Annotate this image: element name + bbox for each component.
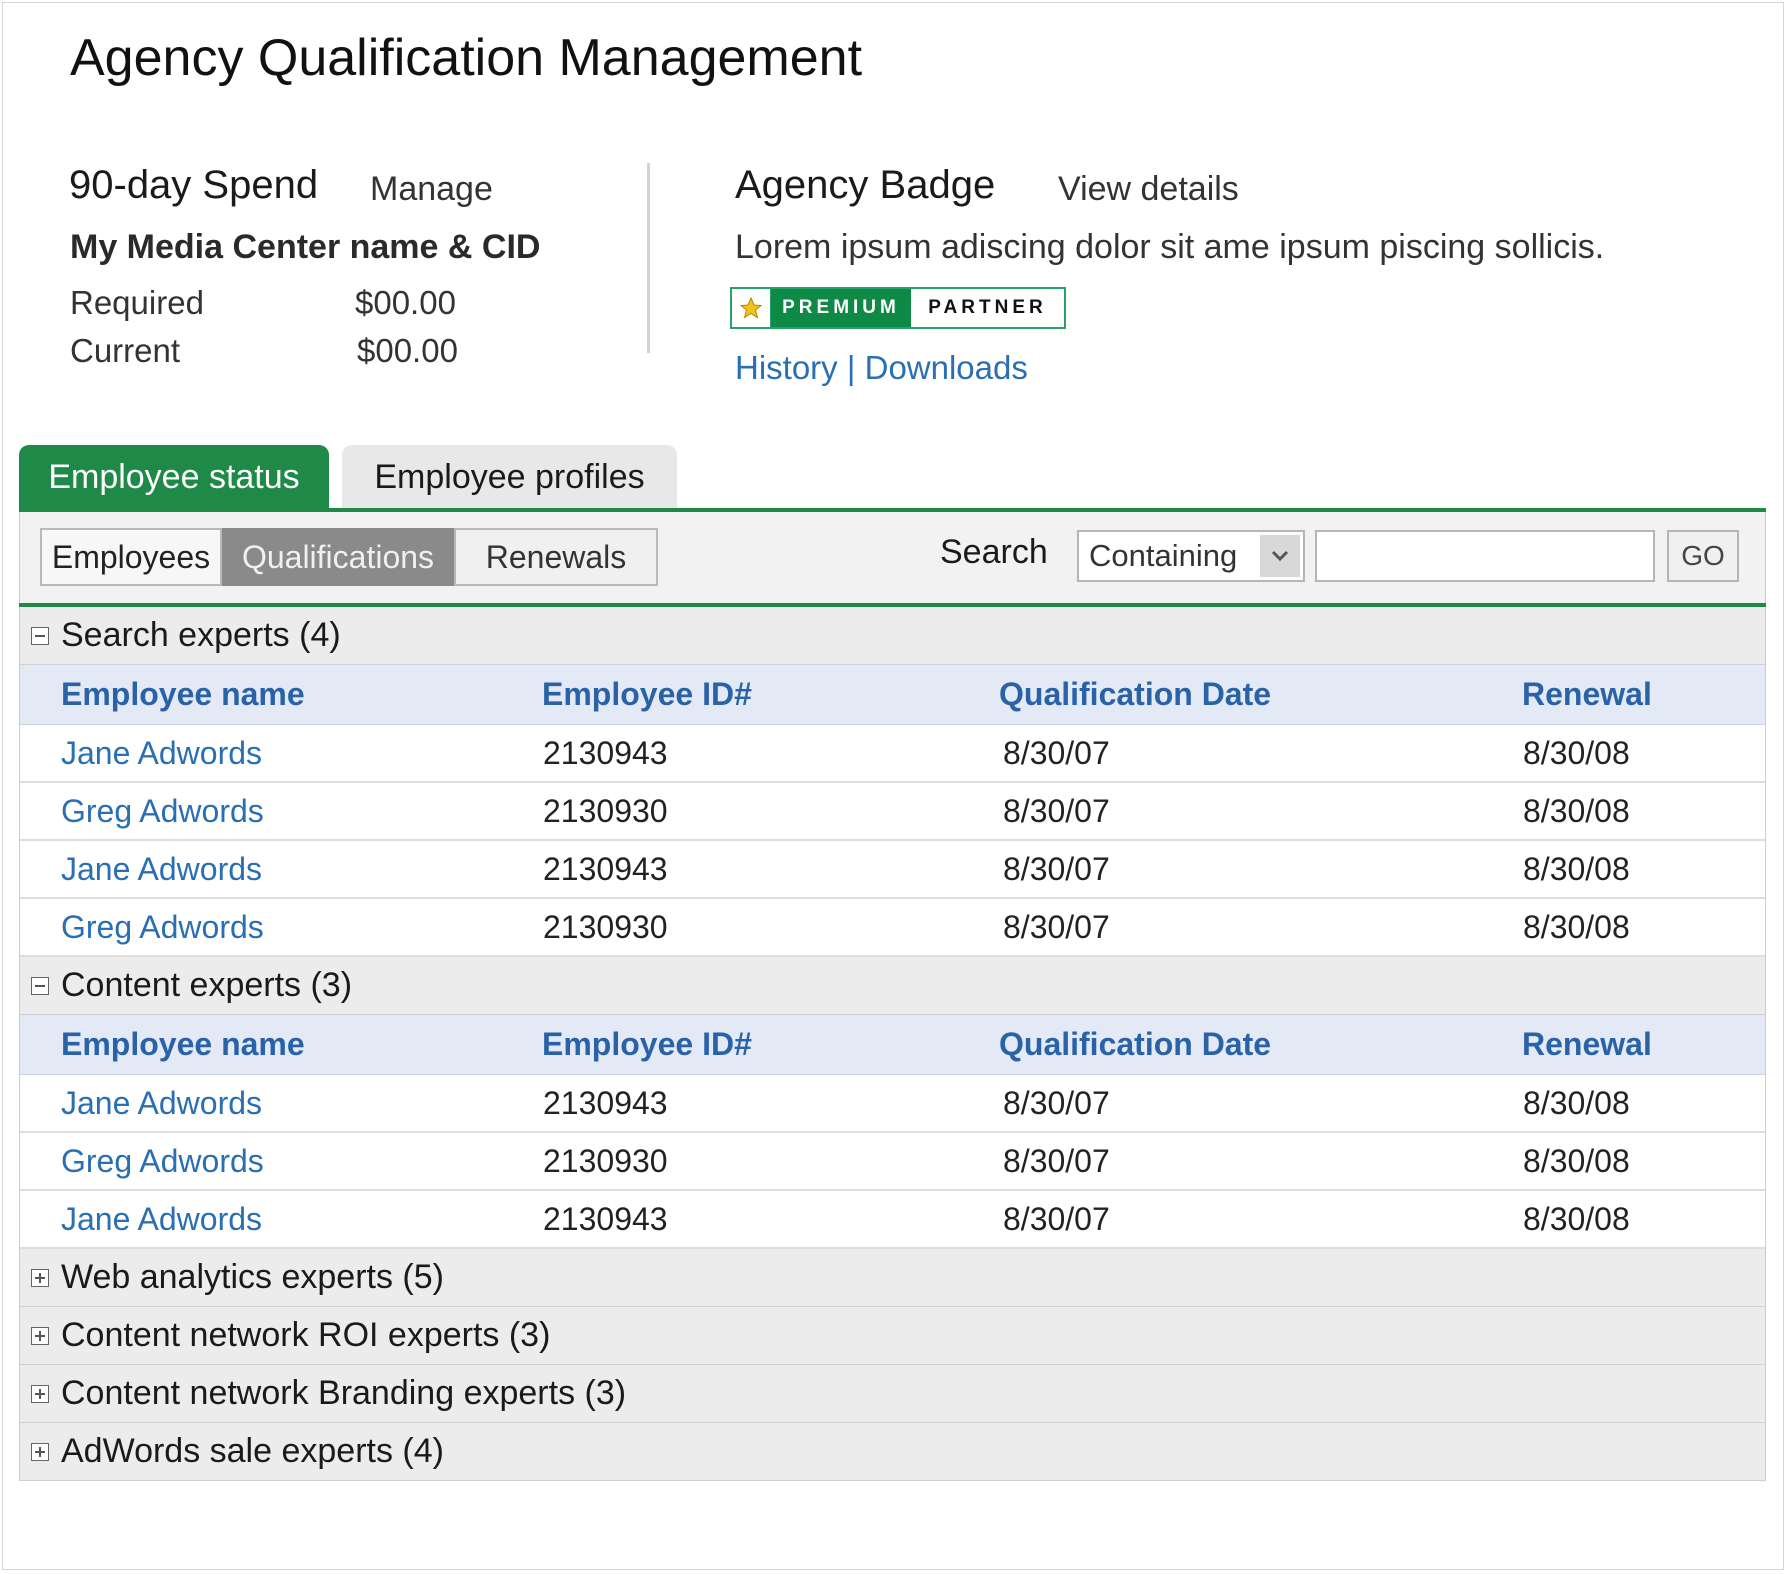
table-row: Greg Adwords 2130930 8/30/07 8/30/08 (20, 783, 1765, 841)
qualification-date: 8/30/07 (1003, 1085, 1110, 1121)
subtab-renewals[interactable]: Renewals (454, 528, 658, 586)
star-icon (732, 289, 771, 327)
chevron-down-icon[interactable] (1260, 535, 1300, 577)
employee-id: 2130943 (543, 1201, 668, 1237)
renewal-date: 8/30/08 (1523, 909, 1630, 945)
column-header-qual-date[interactable]: Qualification Date (999, 1026, 1271, 1063)
expand-icon[interactable] (31, 1268, 49, 1287)
search-label: Search (940, 533, 1048, 571)
employee-id: 2130943 (543, 735, 668, 771)
column-header-id[interactable]: Employee ID# (542, 1026, 752, 1063)
go-button[interactable]: GO (1667, 530, 1739, 582)
group-header-web-analytics-experts[interactable]: Web analytics experts (5) (20, 1249, 1765, 1307)
qualification-list: Search experts (4) Employee name Employe… (19, 607, 1766, 1481)
collapse-icon[interactable] (31, 626, 49, 645)
tab-employee-profiles[interactable]: Employee profiles (342, 445, 677, 509)
search-mode-value: Containing (1089, 538, 1238, 573)
media-center-name: My Media Center name & CID (70, 228, 541, 266)
employee-id: 2130943 (543, 1085, 668, 1121)
group-header-content-network-branding-experts[interactable]: Content network Branding experts (3) (20, 1365, 1765, 1423)
employee-name-link[interactable]: Greg Adwords (61, 909, 264, 946)
required-label: Required (70, 284, 204, 321)
qualification-date: 8/30/07 (1003, 851, 1110, 887)
qualification-date: 8/30/07 (1003, 735, 1110, 771)
column-header-row: Employee name Employee ID# Qualification… (20, 1015, 1765, 1075)
column-header-qual-date[interactable]: Qualification Date (999, 676, 1271, 713)
renewal-date: 8/30/08 (1523, 793, 1630, 829)
subtab-employees[interactable]: Employees (40, 528, 222, 586)
employee-id: 2130930 (543, 909, 668, 945)
employee-name-link[interactable]: Jane Adwords (61, 735, 262, 772)
group-header-content-experts[interactable]: Content experts (3) (20, 957, 1765, 1015)
history-downloads-links: History | Downloads (735, 349, 1028, 387)
employee-name-link[interactable]: Jane Adwords (61, 1201, 262, 1238)
employee-name-link[interactable]: Jane Adwords (61, 1085, 262, 1122)
premium-partner-badge: PREMIUM PARTNER (730, 287, 1066, 329)
spend-heading: 90-day Spend (69, 163, 319, 207)
current-value: $00.00 (357, 332, 458, 369)
view-details-link[interactable]: View details (1058, 170, 1239, 209)
group-title: Search experts (4) (61, 616, 341, 654)
required-value: $00.00 (355, 284, 456, 321)
subtab-qualifications[interactable]: Qualifications (222, 528, 454, 586)
group-header-adwords-sale-experts[interactable]: AdWords sale experts (4) (20, 1423, 1765, 1481)
badge-partner-text: PARTNER (928, 297, 1047, 318)
expand-icon[interactable] (31, 1442, 49, 1461)
group-header-search-experts[interactable]: Search experts (4) (20, 607, 1765, 665)
table-row: Jane Adwords 2130943 8/30/07 8/30/08 (20, 725, 1765, 783)
manage-link[interactable]: Manage (370, 170, 493, 209)
employee-name-link[interactable]: Greg Adwords (61, 1143, 264, 1180)
qualification-date: 8/30/07 (1003, 1143, 1110, 1179)
table-row: Jane Adwords 2130943 8/30/07 8/30/08 (20, 841, 1765, 899)
renewal-date: 8/30/08 (1523, 851, 1630, 887)
renewal-date: 8/30/08 (1523, 1143, 1630, 1179)
qualification-date: 8/30/07 (1003, 909, 1110, 945)
search-input[interactable] (1315, 530, 1655, 582)
employee-id: 2130943 (543, 851, 668, 887)
search-mode-select[interactable]: Containing (1077, 530, 1305, 582)
table-row: Greg Adwords 2130930 8/30/07 8/30/08 (20, 899, 1765, 957)
link-separator: | (846, 349, 856, 386)
group-title: Web analytics experts (5) (61, 1258, 444, 1296)
group-title: Content experts (3) (61, 966, 353, 1004)
current-label: Current (70, 332, 181, 369)
table-row: Jane Adwords 2130943 8/30/07 8/30/08 (20, 1075, 1765, 1133)
employee-name-link[interactable]: Jane Adwords (61, 851, 262, 888)
employee-name-link[interactable]: Greg Adwords (61, 793, 264, 830)
column-header-renewal[interactable]: Renewal (1522, 676, 1652, 713)
group-title: AdWords sale experts (4) (61, 1432, 444, 1470)
badge-heading: Agency Badge (735, 163, 996, 207)
qualification-date: 8/30/07 (1003, 1201, 1110, 1237)
column-header-name[interactable]: Employee name (61, 1026, 305, 1063)
page-title: Agency Qualification Management (70, 29, 863, 87)
group-title: Content network Branding experts (3) (61, 1374, 627, 1412)
table-row: Greg Adwords 2130930 8/30/07 8/30/08 (20, 1133, 1765, 1191)
expand-icon[interactable] (31, 1384, 49, 1403)
downloads-link[interactable]: Downloads (865, 349, 1028, 386)
table-row: Jane Adwords 2130943 8/30/07 8/30/08 (20, 1191, 1765, 1249)
renewal-date: 8/30/08 (1523, 735, 1630, 771)
qualification-date: 8/30/07 (1003, 793, 1110, 829)
column-header-name[interactable]: Employee name (61, 676, 305, 713)
badge-premium-text: PREMIUM (771, 289, 911, 327)
expand-icon[interactable] (31, 1326, 49, 1345)
renewal-date: 8/30/08 (1523, 1201, 1630, 1237)
history-link[interactable]: History (735, 349, 838, 386)
badge-description: Lorem ipsum adiscing dolor sit ame ipsum… (735, 228, 1605, 266)
column-header-renewal[interactable]: Renewal (1522, 1026, 1652, 1063)
group-header-content-network-roi-experts[interactable]: Content network ROI experts (3) (20, 1307, 1765, 1365)
column-header-id[interactable]: Employee ID# (542, 676, 752, 713)
group-title: Content network ROI experts (3) (61, 1316, 551, 1354)
collapse-icon[interactable] (31, 976, 49, 995)
section-divider (647, 163, 650, 353)
column-header-row: Employee name Employee ID# Qualification… (20, 665, 1765, 725)
employee-id: 2130930 (543, 1143, 668, 1179)
renewal-date: 8/30/08 (1523, 1085, 1630, 1121)
tab-employee-status[interactable]: Employee status (19, 445, 329, 509)
employee-id: 2130930 (543, 793, 668, 829)
